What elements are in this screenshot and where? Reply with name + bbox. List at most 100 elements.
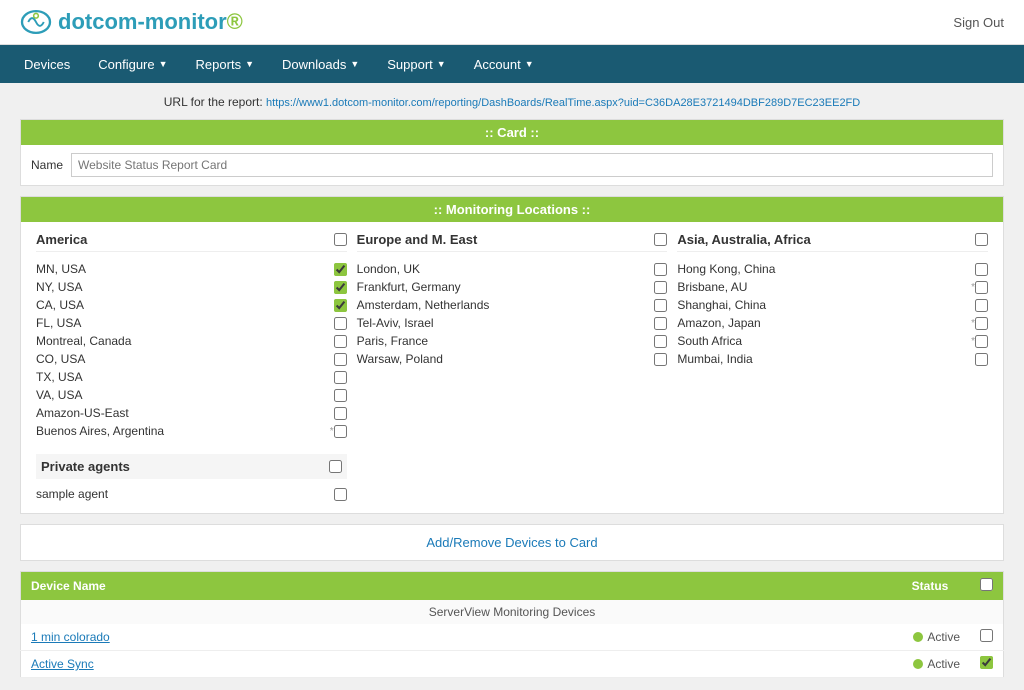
list-item: Brisbane, AU * xyxy=(677,278,988,296)
amazon-japan-checkbox[interactable] xyxy=(975,317,988,330)
card-section-header: :: Card :: xyxy=(21,120,1003,145)
va-usa-checkbox[interactable] xyxy=(334,389,347,402)
name-input[interactable] xyxy=(71,153,993,177)
shanghai-china-checkbox[interactable] xyxy=(975,299,988,312)
america-group-header: America xyxy=(36,232,347,252)
fl-usa-checkbox[interactable] xyxy=(334,317,347,330)
asia-select-all-checkbox[interactable] xyxy=(975,233,988,246)
tx-usa-checkbox[interactable] xyxy=(334,371,347,384)
ny-usa-checkbox[interactable] xyxy=(334,281,347,294)
chevron-down-icon: ▼ xyxy=(525,59,534,69)
asia-group: Asia, Australia, Africa Hong Kong, China… xyxy=(672,232,993,503)
mn-usa-checkbox[interactable] xyxy=(334,263,347,276)
hongkong-china-checkbox[interactable] xyxy=(975,263,988,276)
warsaw-poland-checkbox[interactable] xyxy=(654,353,667,366)
europe-group: Europe and M. East London, UK Frankfurt,… xyxy=(352,232,673,503)
private-agents-header: Private agents xyxy=(36,454,347,479)
sign-out-button[interactable]: Sign Out xyxy=(953,15,1004,30)
south-africa-checkbox[interactable] xyxy=(975,335,988,348)
list-item: Mumbai, India xyxy=(677,350,988,368)
nav-item-account[interactable]: Account▼ xyxy=(460,45,548,83)
device-name-cell: Active Sync xyxy=(21,651,891,678)
list-item: NY, USA xyxy=(36,278,347,296)
list-item: Amazon-US-East xyxy=(36,404,347,422)
url-prefix-label: URL for the report: xyxy=(164,95,263,109)
private-agents-select-all-checkbox[interactable] xyxy=(329,460,342,473)
add-remove-link[interactable]: Add/Remove Devices to Card xyxy=(426,535,597,550)
list-item: Montreal, Canada xyxy=(36,332,347,350)
select-all-devices-checkbox[interactable] xyxy=(980,578,993,591)
device-1-checkbox[interactable] xyxy=(980,656,993,669)
amsterdam-netherlands-checkbox[interactable] xyxy=(654,299,667,312)
device-name-cell: 1 min colorado xyxy=(21,624,891,651)
mumbai-india-checkbox[interactable] xyxy=(975,353,988,366)
name-row: Name xyxy=(21,145,1003,185)
list-item: sample agent xyxy=(36,485,347,503)
montreal-canada-checkbox[interactable] xyxy=(334,335,347,348)
content: URL for the report: https://www1.dotcom-… xyxy=(0,83,1024,690)
status-indicator xyxy=(913,659,923,669)
name-label: Name xyxy=(31,158,63,172)
private-agents-section: Private agents sample agent xyxy=(36,454,347,503)
group-name: ServerView Monitoring Devices xyxy=(21,600,1004,624)
url-row: URL for the report: https://www1.dotcom-… xyxy=(20,95,1004,109)
frankfurt-germany-checkbox[interactable] xyxy=(654,281,667,294)
america-select-all-checkbox[interactable] xyxy=(334,233,347,246)
monitoring-section: :: Monitoring Locations :: America MN, U… xyxy=(20,196,1004,514)
sample-agent-checkbox[interactable] xyxy=(334,488,347,501)
nav-item-devices[interactable]: Devices xyxy=(10,45,84,83)
nav-item-downloads[interactable]: Downloads▼ xyxy=(268,45,373,83)
ca-usa-checkbox[interactable] xyxy=(334,299,347,312)
list-item: Tel-Aviv, Israel xyxy=(357,314,668,332)
logo-icon xyxy=(20,8,52,36)
devices-table: Device Name Status ServerView Monitoring… xyxy=(20,571,1004,678)
table-row: 1 min colorado Active xyxy=(21,624,1004,651)
list-item: CA, USA xyxy=(36,296,347,314)
nav-bar: Devices Configure▼ Reports▼ Downloads▼ S… xyxy=(0,45,1024,83)
list-item: Buenos Aires, Argentina * xyxy=(36,422,347,440)
list-item: Warsaw, Poland xyxy=(357,350,668,368)
list-item: MN, USA xyxy=(36,260,347,278)
chevron-down-icon: ▼ xyxy=(245,59,254,69)
list-item: FL, USA xyxy=(36,314,347,332)
paris-france-checkbox[interactable] xyxy=(654,335,667,348)
status-text: Active xyxy=(927,630,960,644)
london-uk-checkbox[interactable] xyxy=(654,263,667,276)
report-url-link[interactable]: https://www1.dotcom-monitor.com/reportin… xyxy=(266,97,860,109)
device-checkbox-cell xyxy=(970,651,1004,678)
list-item: London, UK xyxy=(357,260,668,278)
amazon-us-east-checkbox[interactable] xyxy=(334,407,347,420)
america-group: America MN, USA NY, USA CA, USA FL, USA xyxy=(31,232,352,503)
list-item: Frankfurt, Germany xyxy=(357,278,668,296)
device-status-cell: Active xyxy=(890,651,970,678)
co-usa-checkbox[interactable] xyxy=(334,353,347,366)
monitoring-header: :: Monitoring Locations :: xyxy=(21,197,1003,222)
status-indicator xyxy=(913,632,923,642)
nav-item-reports[interactable]: Reports▼ xyxy=(182,45,268,83)
status-column-header: Status xyxy=(890,572,970,601)
device-link[interactable]: Active Sync xyxy=(31,657,94,671)
nav-item-support[interactable]: Support▼ xyxy=(373,45,459,83)
buenos-aires-checkbox[interactable] xyxy=(334,425,347,438)
europe-select-all-checkbox[interactable] xyxy=(654,233,667,246)
asia-group-header: Asia, Australia, Africa xyxy=(677,232,988,252)
list-item: Amsterdam, Netherlands xyxy=(357,296,668,314)
chevron-down-icon: ▼ xyxy=(437,59,446,69)
logo-trademark: ® xyxy=(227,9,243,35)
list-item: TX, USA xyxy=(36,368,347,386)
list-item: Hong Kong, China xyxy=(677,260,988,278)
device-link[interactable]: 1 min colorado xyxy=(31,630,110,644)
device-checkbox-cell xyxy=(970,624,1004,651)
card-section: :: Card :: Name xyxy=(20,119,1004,186)
chevron-down-icon: ▼ xyxy=(159,59,168,69)
list-item: Shanghai, China xyxy=(677,296,988,314)
status-text: Active xyxy=(927,657,960,671)
list-item: Paris, France xyxy=(357,332,668,350)
europe-group-header: Europe and M. East xyxy=(357,232,668,252)
device-0-checkbox[interactable] xyxy=(980,629,993,642)
logo-text: dotcom-monitor xyxy=(58,9,227,35)
brisbane-au-checkbox[interactable] xyxy=(975,281,988,294)
tel-aviv-israel-checkbox[interactable] xyxy=(654,317,667,330)
top-bar: dotcom-monitor ® Sign Out xyxy=(0,0,1024,45)
nav-item-configure[interactable]: Configure▼ xyxy=(84,45,181,83)
